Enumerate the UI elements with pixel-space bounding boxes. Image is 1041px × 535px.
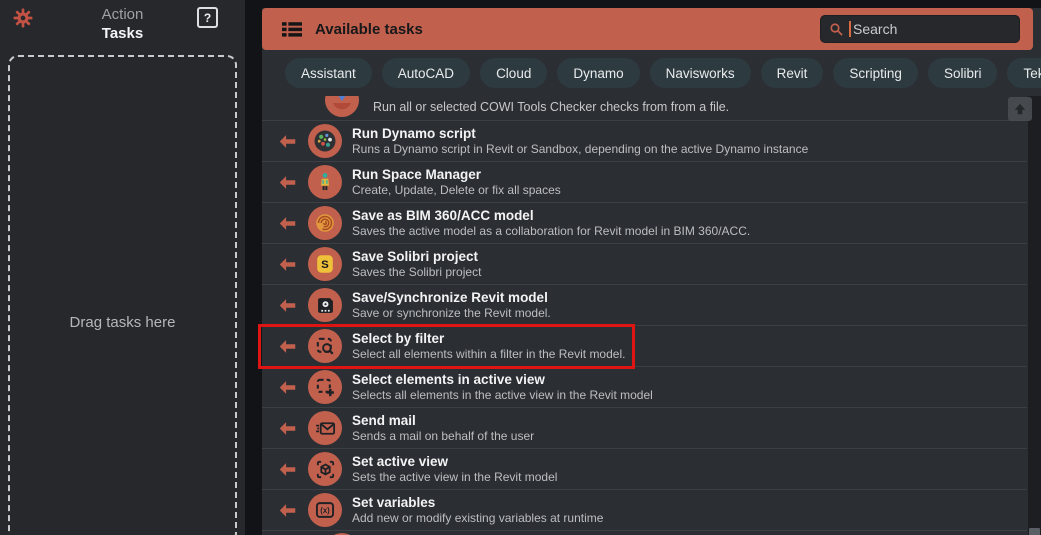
help-question-icon: ? xyxy=(203,10,212,25)
task-text: Select by filter Select all elements with… xyxy=(352,331,625,362)
available-tasks-panel: Available tasks Assistant AutoCAD Cloud Dyn… xyxy=(258,8,1041,535)
task-row[interactable]: Save/Synchronize Revit model Save or sync… xyxy=(262,284,1027,325)
task-row-clipped xyxy=(262,530,1027,535)
task-description: Create, Update, Delete or fix all spaces xyxy=(352,182,561,197)
task-dropzone[interactable]: Drag tasks here xyxy=(8,55,237,535)
panel-title: Available tasks xyxy=(315,20,423,38)
solibri-icon: S xyxy=(308,247,342,281)
arrow-up-icon xyxy=(1014,103,1026,115)
add-task-arrow-icon[interactable] xyxy=(278,174,297,191)
task-text: Run Dynamo script Runs a Dynamo script in… xyxy=(352,126,808,157)
category-pill-tekla[interactable]: Tekla xyxy=(1007,58,1041,88)
floppy-icon xyxy=(308,288,342,322)
task-text: Save as BIM 360/ACC model Saves the activ… xyxy=(352,208,750,239)
task-row[interactable]: Run Space Manager Create, Update, Delete … xyxy=(262,161,1027,202)
category-pill-assistant[interactable]: Assistant xyxy=(285,58,372,88)
dynamo-icon xyxy=(308,124,342,158)
list-icon xyxy=(282,21,302,38)
category-pill-cloud[interactable]: Cloud xyxy=(480,58,548,88)
task-title: Run Space Manager xyxy=(352,166,482,182)
add-task-arrow-icon[interactable] xyxy=(278,215,297,232)
panel-header: Available tasks xyxy=(262,8,1033,50)
task-text: Send mail Sends a mail on behalf of the u… xyxy=(352,413,534,444)
task-text: Set active view Sets the active view in t… xyxy=(352,454,557,485)
task-description: Run all or selected COWI Tools Checker c… xyxy=(373,100,730,114)
task-description: Select all elements within a filter in t… xyxy=(352,346,626,361)
category-pill-solibri[interactable]: Solibri xyxy=(927,58,998,88)
checker-icon xyxy=(325,96,359,117)
search-icon xyxy=(829,22,844,37)
task-description: Saves the Solibri project xyxy=(352,264,482,279)
task-description: Runs a Dynamo script in Revit or Sandbox… xyxy=(352,141,809,156)
help-button[interactable]: ? xyxy=(197,7,218,28)
search-input[interactable] xyxy=(851,21,1007,37)
add-task-arrow-icon[interactable] xyxy=(278,379,297,396)
task-title: Save Solibri project xyxy=(352,248,479,264)
search-box[interactable] xyxy=(820,15,1020,43)
add-task-arrow-icon[interactable] xyxy=(278,338,297,355)
scrollbar-thumb[interactable] xyxy=(1029,528,1040,535)
task-row[interactable]: Set active view Sets the active view in t… xyxy=(262,448,1027,489)
task-row[interactable]: Select by filter Select all elements with… xyxy=(262,325,1027,366)
svg-text:S: S xyxy=(321,259,329,271)
select-filter-icon xyxy=(308,329,342,363)
select-elements-icon xyxy=(308,370,342,404)
task-list: Run all or selected COWI Tools Checker c… xyxy=(262,96,1027,535)
svg-text:(x): (x) xyxy=(320,506,330,515)
add-task-arrow-icon[interactable] xyxy=(278,461,297,478)
task-title: Save/Synchronize Revit model xyxy=(352,289,548,305)
scroll-to-top-button[interactable] xyxy=(1008,97,1032,121)
bim360-icon xyxy=(308,206,342,240)
task-row[interactable]: S Save Solibri project Saves the Solibri p… xyxy=(262,243,1027,284)
task-row[interactable]: Save as BIM 360/ACC model Saves the activ… xyxy=(262,202,1027,243)
category-pill-dynamo[interactable]: Dynamo xyxy=(557,58,640,88)
task-description: Sets the active view in the Revit model xyxy=(352,469,558,484)
task-description: Saves the active model as a collaboratio… xyxy=(352,223,751,238)
active-view-icon xyxy=(308,452,342,486)
task-title: Set variables xyxy=(352,494,436,510)
dropzone-label: Drag tasks here xyxy=(69,313,176,331)
space-manager-icon xyxy=(308,165,342,199)
mail-icon xyxy=(308,411,342,445)
action-tasks-sidebar: Action Tasks ? Drag tasks here xyxy=(0,0,245,535)
task-description: Sends a mail on behalf of the user xyxy=(352,428,535,443)
variables-icon: (x) xyxy=(308,493,342,527)
task-title: Set active view xyxy=(352,453,449,469)
task-text: Select elements in active view Selects al… xyxy=(352,372,653,403)
task-description: Add new or modify existing variables at … xyxy=(352,510,604,525)
task-text: Run Space Manager Create, Update, Delete … xyxy=(352,167,561,198)
add-task-arrow-icon[interactable] xyxy=(278,297,297,314)
category-pill-scripting[interactable]: Scripting xyxy=(833,58,918,88)
task-description: Save or synchronize the Revit model. xyxy=(352,305,551,320)
task-title: Save as BIM 360/ACC model xyxy=(352,207,534,223)
task-description: Selects all elements in the active view … xyxy=(352,387,653,402)
scrollbar-track[interactable] xyxy=(1028,96,1041,535)
app-window: Action Tasks ? Drag tasks here Available… xyxy=(0,0,1041,535)
task-title: Select by filter xyxy=(352,330,445,346)
add-task-arrow-icon[interactable] xyxy=(278,502,297,519)
task-title: Select elements in active view xyxy=(352,371,545,387)
add-task-arrow-icon[interactable] xyxy=(278,256,297,273)
task-row[interactable]: (x) Set variables Add new or modify existi… xyxy=(262,489,1027,530)
add-task-arrow-icon[interactable] xyxy=(278,133,297,150)
task-row[interactable]: Select elements in active view Selects al… xyxy=(262,366,1027,407)
task-row[interactable]: Run Dynamo script Runs a Dynamo script in… xyxy=(262,120,1027,161)
category-pill-navisworks[interactable]: Navisworks xyxy=(649,58,751,88)
task-text: Set variables Add new or modify existing … xyxy=(352,495,603,526)
add-task-arrow-icon[interactable] xyxy=(278,420,297,437)
task-row[interactable]: Send mail Sends a mail on behalf of the u… xyxy=(262,407,1027,448)
category-pill-revit[interactable]: Revit xyxy=(760,58,824,88)
category-filter-bar: Assistant AutoCAD Cloud Dynamo Navisworks Rev… xyxy=(262,50,1041,96)
task-text: Save Solibri project Saves the Solibri pr… xyxy=(352,249,481,280)
task-text: Save/Synchronize Revit model Save or sync… xyxy=(352,290,551,321)
task-title: Run Dynamo script xyxy=(352,125,476,141)
task-row-partial[interactable]: Run all or selected COWI Tools Checker c… xyxy=(262,96,1027,120)
category-pill-autocad[interactable]: AutoCAD xyxy=(381,58,471,88)
task-title: Send mail xyxy=(352,412,416,428)
